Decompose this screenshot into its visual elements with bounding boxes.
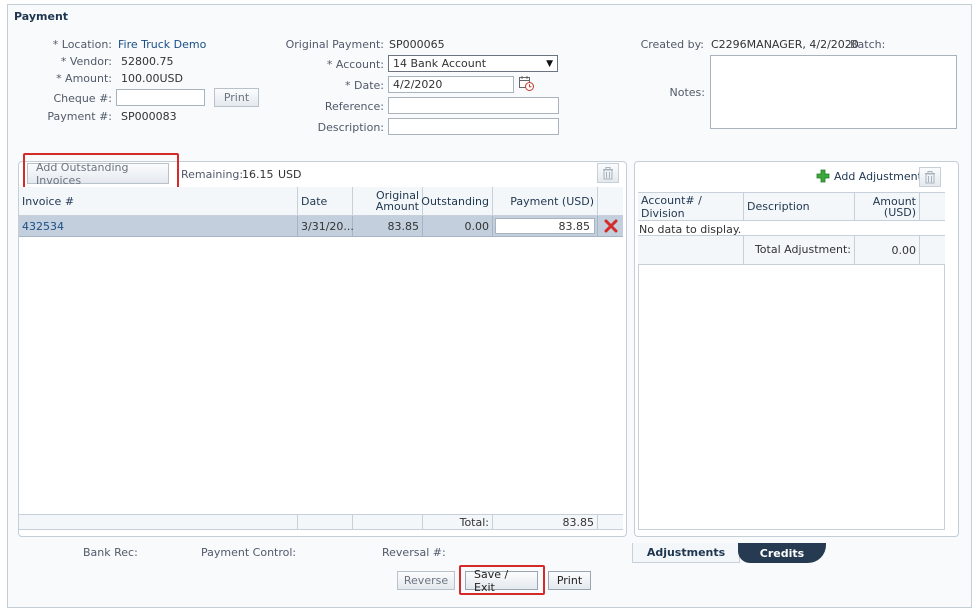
cheque-label: Cheque #:	[53, 92, 112, 105]
adjustments-table-header: Account# / Division Description Amount (…	[638, 192, 945, 221]
chevron-down-icon: ▼	[546, 58, 553, 69]
total-value: 83.85	[493, 515, 598, 529]
calendar-icon[interactable]	[518, 75, 535, 92]
remaining-label: Remaining:	[181, 168, 244, 181]
amount-value: 100.00USD	[121, 72, 183, 85]
column-header[interactable]: Original Amount	[353, 187, 423, 215]
column-header[interactable]: Description	[744, 193, 855, 220]
column-header[interactable]: Invoice #	[19, 187, 298, 215]
amount-number: 100.00	[121, 72, 160, 85]
location-link[interactable]: Fire Truck Demo	[118, 38, 206, 51]
print-cheque-button[interactable]: Print	[214, 88, 259, 107]
adjustments-table-footer: Total Adjustment: 0.00	[638, 235, 945, 265]
payment-number-label: Payment #:	[47, 110, 112, 123]
adjustments-table-body	[638, 265, 945, 530]
column-header[interactable]: Amount (USD)	[855, 193, 920, 220]
amount-currency: USD	[159, 72, 184, 85]
highlight-add-invoices	[23, 153, 179, 189]
reference-label: Reference:	[324, 100, 384, 113]
invoices-table-header: Invoice # Date Original Amount Outstandi…	[19, 187, 623, 216]
payment-control-label: Payment Control:	[201, 546, 297, 559]
account-select[interactable]: 14 Bank Account ▼	[388, 55, 558, 72]
column-header[interactable]: Outstanding	[421, 187, 493, 215]
reference-input[interactable]	[388, 97, 559, 114]
created-by-label: Created by:	[640, 38, 704, 51]
bank-rec-label: Bank Rec:	[83, 546, 138, 559]
add-adjustment-button[interactable]: Add Adjustment	[834, 170, 922, 183]
invoice-outstanding: 0.00	[423, 216, 493, 236]
account-label: * Account:	[326, 58, 384, 71]
notes-label: Notes:	[669, 86, 705, 99]
table-row[interactable]: 432534 3/31/20... 83.85 0.00 83.85	[19, 216, 623, 237]
description-input[interactable]	[388, 118, 559, 135]
amount-label: * Amount:	[56, 72, 112, 85]
delete-row-icon[interactable]	[598, 216, 623, 236]
location-label: * Location:	[52, 38, 112, 51]
vendor-label: * Vendor:	[60, 55, 112, 68]
trash-icon[interactable]	[919, 167, 941, 187]
date-label: * Date:	[345, 79, 384, 92]
original-payment-value: SP000065	[389, 38, 445, 51]
payment-cell: 83.85	[493, 216, 598, 236]
page-title: Payment	[14, 10, 69, 23]
reversal-label: Reversal #:	[382, 546, 446, 559]
payment-number-value: SP000083	[121, 110, 177, 123]
account-selected-value: 14 Bank Account	[393, 57, 487, 70]
cheque-input[interactable]	[116, 89, 205, 106]
remaining-currency: USD	[278, 168, 302, 181]
vendor-value: 52800.75	[121, 55, 174, 68]
invoice-date: 3/31/20...	[298, 216, 354, 236]
column-header[interactable]: Account# / Division	[638, 193, 744, 220]
date-input[interactable]: 4/2/2020	[388, 76, 514, 93]
total-label: Total:	[423, 515, 493, 529]
highlight-save-exit	[459, 565, 545, 595]
column-header[interactable]: Payment (USD)	[493, 187, 598, 215]
add-icon[interactable]	[816, 169, 830, 183]
notes-textarea[interactable]	[710, 55, 957, 129]
description-label: Description:	[317, 121, 384, 134]
created-by-value: C2296MANAGER, 4/2/2020	[711, 38, 859, 51]
tab-credits[interactable]: Credits	[738, 543, 826, 563]
tab-adjustments[interactable]: Adjustments	[632, 543, 740, 563]
remaining-value: 16.15	[242, 168, 274, 181]
column-header-actions	[598, 187, 623, 215]
total-adjustment-label: Total Adjustment:	[744, 236, 855, 264]
invoice-original-amount: 83.85	[353, 216, 423, 236]
invoices-table-footer: Total: 83.85	[19, 514, 623, 530]
original-payment-label: Original Payment:	[285, 38, 384, 51]
payment-amount-input[interactable]: 83.85	[495, 218, 595, 234]
reverse-button[interactable]: Reverse	[397, 571, 455, 590]
batch-label: Batch:	[850, 38, 886, 51]
column-header[interactable]: Date	[298, 187, 353, 215]
trash-icon[interactable]	[597, 163, 619, 183]
total-adjustment-value: 0.00	[855, 236, 920, 264]
print-button[interactable]: Print	[548, 571, 591, 590]
invoice-number[interactable]: 432534	[19, 216, 298, 236]
